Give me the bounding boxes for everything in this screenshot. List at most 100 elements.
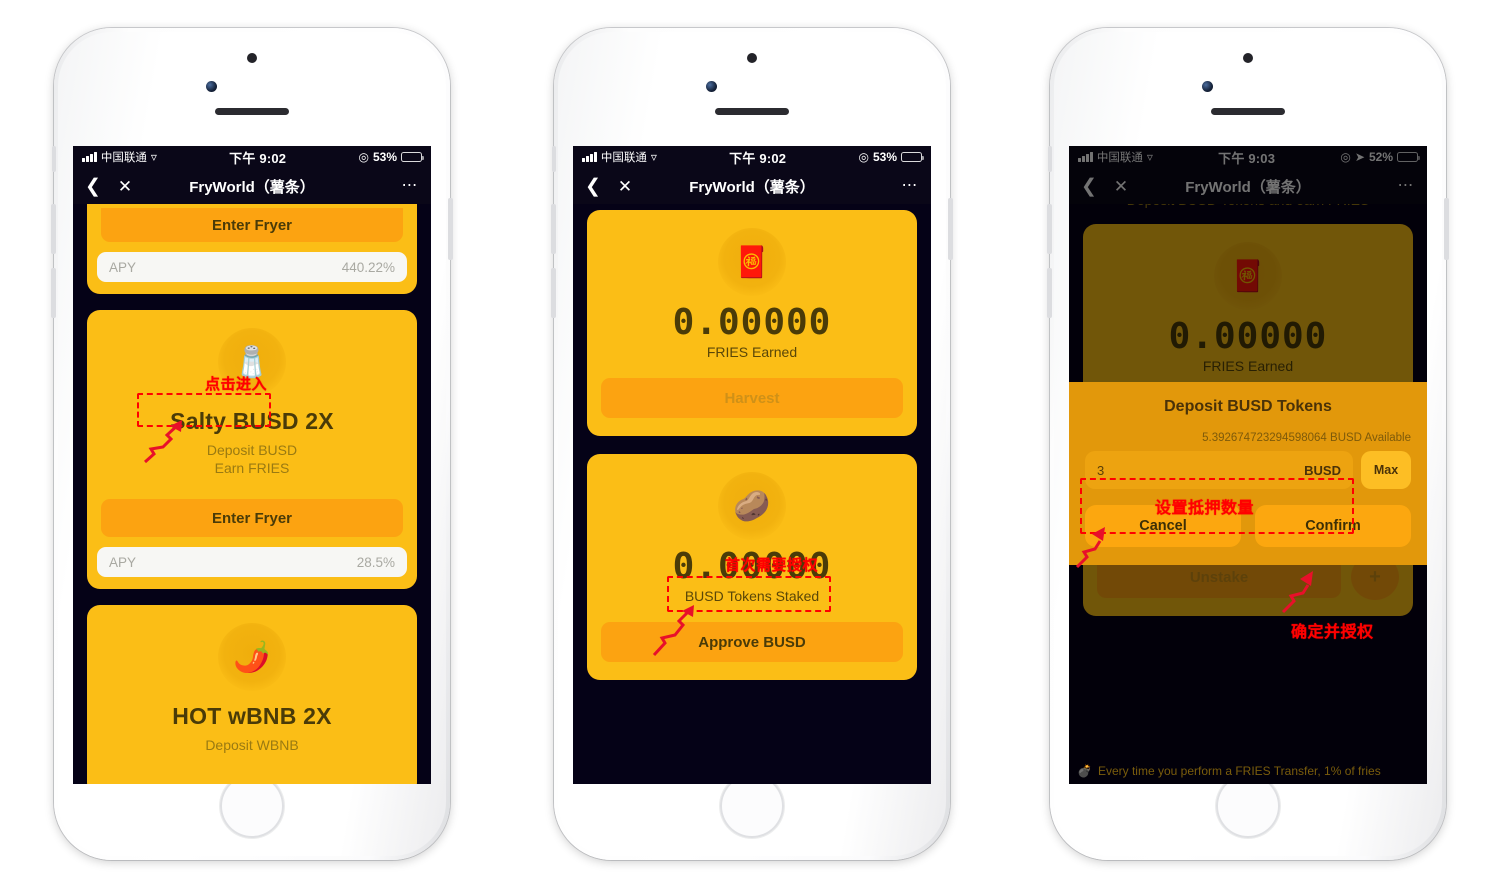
deposit-unit-label: BUSD bbox=[1304, 462, 1341, 478]
volume-up-button[interactable] bbox=[551, 204, 556, 254]
pool-title: HOT wBNB 2X bbox=[172, 703, 332, 729]
fries-earned-card: 🧧 0.00000 FRIES Earned Harvest bbox=[587, 210, 917, 436]
apy-label: APY bbox=[109, 554, 137, 570]
power-button[interactable] bbox=[1444, 198, 1449, 260]
chevron-left-icon[interactable]: ❮ bbox=[85, 177, 101, 196]
bomb-icon: 💣 bbox=[1077, 764, 1092, 778]
status-bar-time: 下午 9:02 bbox=[229, 150, 287, 166]
dialog-actions: Cancel Confirm bbox=[1085, 505, 1411, 547]
close-x-icon[interactable]: ✕ bbox=[118, 178, 132, 195]
ticker-bar: 💣 Every time you perform a FRIES Transfe… bbox=[1069, 758, 1427, 784]
phone-1-content[interactable]: Enter Fryer APY 440.22% 🧂 Salty BUSD 2X … bbox=[73, 204, 431, 784]
nav-left-group: ❮ ✕ bbox=[585, 177, 632, 196]
deposit-amount-input[interactable]: 3 BUSD bbox=[1085, 451, 1353, 489]
phone-3-screen: 中国联通 ▿ 下午 9:03 ◎ ➤ 52% ❮ ✕ FryWorld（薯条） … bbox=[1069, 146, 1427, 784]
enter-fryer-button[interactable]: Enter Fryer bbox=[101, 499, 403, 537]
volume-down-button[interactable] bbox=[51, 268, 56, 318]
apy-label: APY bbox=[109, 259, 137, 275]
earpiece-speaker bbox=[1211, 108, 1285, 115]
pool-subtitle-1: Deposit WBNB bbox=[205, 737, 299, 753]
mute-switch[interactable] bbox=[52, 146, 56, 172]
earpiece-speaker bbox=[715, 108, 789, 115]
mute-switch[interactable] bbox=[552, 146, 556, 172]
close-x-icon[interactable]: ✕ bbox=[618, 178, 632, 195]
battery-icon bbox=[901, 152, 924, 162]
screenshot-stage: 中国联通 ▿ 下午 9:02 ◎ 53% ❮ ✕ FryWorld（薯条） ⋯ bbox=[0, 0, 1500, 889]
deposit-dialog: Deposit BUSD Tokens 5.392674723294598064… bbox=[1069, 382, 1427, 565]
status-bar-right: ◎ 53% bbox=[858, 150, 924, 164]
signal-bars-icon bbox=[82, 152, 97, 162]
chevron-left-icon[interactable]: ❮ bbox=[585, 177, 601, 196]
dialog-title: Deposit BUSD Tokens bbox=[1164, 398, 1332, 415]
deposit-amount-value: 3 bbox=[1097, 462, 1105, 478]
chili-pepper-icon: 🌶️ bbox=[218, 623, 286, 691]
carrier-label: 中国联通 bbox=[100, 152, 147, 164]
enter-fryer-button-partial[interactable]: Enter Fryer bbox=[101, 208, 403, 242]
cancel-button[interactable]: Cancel bbox=[1085, 505, 1241, 547]
dialog-input-row: 3 BUSD Max bbox=[1085, 451, 1411, 489]
proximity-sensor-icon bbox=[1243, 53, 1253, 63]
confirm-button[interactable]: Confirm bbox=[1255, 505, 1411, 547]
ticker-text: Every time you perform a FRIES Transfer,… bbox=[1097, 764, 1381, 778]
pool-card-salty-busd[interactable]: 🧂 Salty BUSD 2X Deposit BUSD Earn FRIES … bbox=[87, 310, 417, 589]
harvest-button[interactable]: Harvest bbox=[601, 378, 903, 418]
apy-value: 440.22% bbox=[341, 259, 395, 275]
busd-staked-label: BUSD Tokens Staked bbox=[684, 588, 820, 604]
more-dots-icon[interactable]: ⋯ bbox=[402, 178, 420, 194]
front-camera-icon bbox=[706, 81, 717, 92]
front-camera-icon bbox=[206, 81, 217, 92]
partial-card-top: Enter Fryer APY 440.22% bbox=[87, 204, 417, 294]
status-bar-right: ◎ 53% bbox=[358, 150, 424, 164]
volume-up-button[interactable] bbox=[51, 204, 56, 254]
phone-2: 中国联通 ▿ 下午 9:02 ◎ 53% ❮ ✕ FryWorld（薯条） ⋯ bbox=[551, 28, 953, 860]
battery-icon bbox=[401, 152, 424, 162]
fries-earned-label: FRIES Earned bbox=[706, 344, 798, 360]
potato-icon: 🥔 bbox=[718, 472, 786, 540]
apy-value: 28.5% bbox=[356, 554, 395, 570]
busd-staked-card: 🥔 0.00000 BUSD Tokens Staked Approve BUS… bbox=[587, 454, 917, 680]
phone-2-content[interactable]: 🧧 0.00000 FRIES Earned Harvest 🥔 0.00000… bbox=[573, 204, 931, 784]
rotation-lock-icon: ◎ bbox=[358, 150, 369, 164]
nav-left-group: ❮ ✕ bbox=[85, 177, 132, 196]
dialog-available-balance: 5.392674723294598064 BUSD Available bbox=[1202, 432, 1411, 444]
pool-subtitle-2: Earn FRIES bbox=[214, 459, 290, 476]
mute-switch[interactable] bbox=[1048, 146, 1052, 172]
phone-2-screen: 中国联通 ▿ 下午 9:02 ◎ 53% ❮ ✕ FryWorld（薯条） ⋯ bbox=[573, 146, 931, 784]
rotation-lock-icon: ◎ bbox=[858, 150, 869, 164]
nav-bar: ❮ ✕ FryWorld（薯条） ⋯ bbox=[573, 168, 931, 204]
battery-percent: 53% bbox=[372, 150, 397, 164]
phone-1: 中国联通 ▿ 下午 9:02 ◎ 53% ❮ ✕ FryWorld（薯条） ⋯ bbox=[51, 28, 453, 860]
status-bar: 中国联通 ▿ 下午 9:02 ◎ 53% bbox=[573, 146, 931, 168]
status-bar-time: 下午 9:02 bbox=[729, 150, 787, 166]
power-button[interactable] bbox=[948, 198, 953, 260]
volume-up-button[interactable] bbox=[1047, 204, 1052, 254]
max-button[interactable]: Max bbox=[1361, 451, 1411, 489]
apy-row-partial: APY 440.22% bbox=[97, 252, 407, 282]
proximity-sensor-icon bbox=[247, 53, 257, 63]
battery-percent: 53% bbox=[872, 150, 897, 164]
more-dots-icon[interactable]: ⋯ bbox=[902, 178, 920, 194]
salt-shaker-icon: 🧂 bbox=[218, 328, 286, 396]
status-bar: 中国联通 ▿ 下午 9:02 ◎ 53% bbox=[73, 146, 431, 168]
status-bar-left: 中国联通 ▿ bbox=[582, 149, 657, 165]
approve-busd-button[interactable]: Approve BUSD bbox=[601, 622, 903, 662]
phone-1-screen: 中国联通 ▿ 下午 9:02 ◎ 53% ❮ ✕ FryWorld（薯条） ⋯ bbox=[73, 146, 431, 784]
pool-card-hot-wbnb[interactable]: 🌶️ HOT wBNB 2X Deposit WBNB bbox=[87, 605, 417, 784]
front-camera-icon bbox=[1202, 81, 1213, 92]
apy-row: APY 28.5% bbox=[97, 547, 407, 577]
nav-bar: ❮ ✕ FryWorld（薯条） ⋯ bbox=[73, 168, 431, 204]
phone-3: 中国联通 ▿ 下午 9:03 ◎ ➤ 52% ❮ ✕ FryWorld（薯条） … bbox=[1047, 28, 1449, 860]
proximity-sensor-icon bbox=[747, 53, 757, 63]
volume-down-button[interactable] bbox=[1047, 268, 1052, 318]
volume-down-button[interactable] bbox=[551, 268, 556, 318]
fries-earned-value: 0.00000 bbox=[672, 302, 832, 343]
signal-bars-icon bbox=[582, 152, 597, 162]
pool-title: Salty BUSD 2X bbox=[170, 408, 334, 434]
carrier-label: 中国联通 bbox=[600, 152, 647, 164]
busd-staked-value: 0.00000 bbox=[672, 546, 832, 587]
earpiece-speaker bbox=[215, 108, 289, 115]
red-envelope-icon: 🧧 bbox=[718, 228, 786, 296]
pool-subtitle-1: Deposit BUSD bbox=[206, 442, 298, 458]
power-button[interactable] bbox=[448, 198, 453, 260]
status-bar-left: 中国联通 ▿ bbox=[82, 149, 157, 165]
